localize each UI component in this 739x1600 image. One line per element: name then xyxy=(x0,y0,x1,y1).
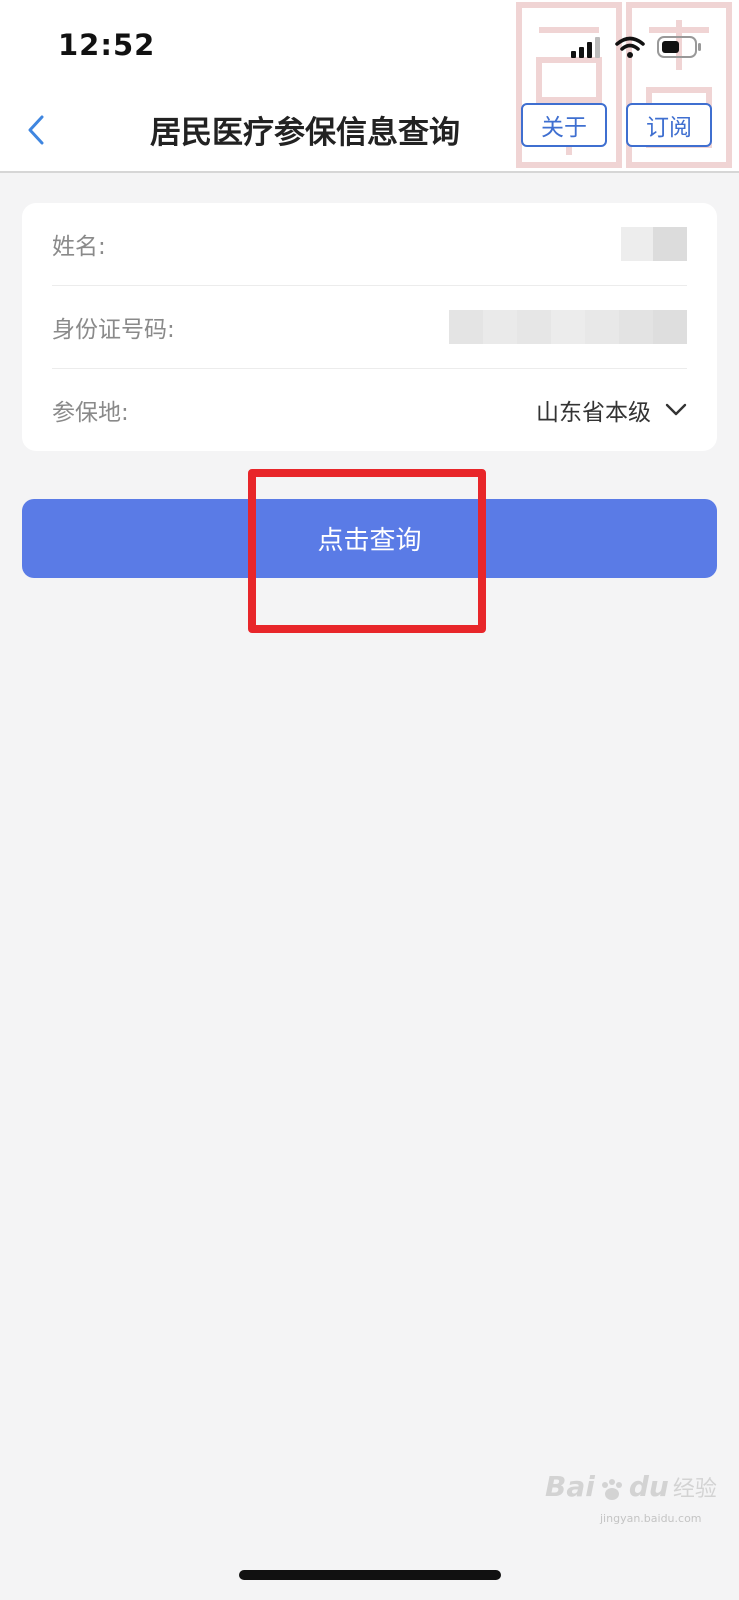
id-number-label: 身份证号码: xyxy=(52,317,175,343)
id-number-value-redacted xyxy=(449,310,687,344)
battery-icon xyxy=(657,36,701,58)
back-button[interactable] xyxy=(18,108,54,152)
name-row[interactable]: 姓名: xyxy=(52,203,687,286)
status-icons xyxy=(571,32,703,62)
region-row: 参保地: 山东省本级 xyxy=(52,369,687,451)
paw-icon xyxy=(601,1479,622,1500)
region-select[interactable]: 山东省本级 xyxy=(536,393,687,427)
page-title: 居民医疗参保信息查询 xyxy=(150,115,460,151)
query-button[interactable]: 点击查询 xyxy=(22,499,717,578)
watermark-brand-suffix: du xyxy=(628,1470,669,1503)
query-form: 姓名: 身份证号码: 参保地: 山东省本级 xyxy=(22,203,717,451)
signal-icon xyxy=(571,37,600,58)
region-label: 参保地: xyxy=(52,400,129,426)
region-value: 山东省本级 xyxy=(536,400,651,426)
name-value-redacted xyxy=(621,227,687,261)
status-time: 12:52 xyxy=(58,28,156,62)
id-number-row[interactable]: 身份证号码: xyxy=(52,286,687,369)
home-indicator[interactable] xyxy=(239,1570,501,1580)
watermark-brand: Bai xyxy=(545,1470,595,1503)
chevron-left-icon xyxy=(28,115,44,145)
chevron-down-icon xyxy=(665,403,687,416)
wifi-icon xyxy=(615,36,645,58)
top-bar: 12:52 居民医疗参保信息查询 关于 订阅 xyxy=(0,0,739,173)
watermark-url: jingyan.baidu.com xyxy=(600,1512,702,1525)
subscribe-button[interactable]: 订阅 xyxy=(626,103,712,147)
watermark-sub: 经验 xyxy=(672,1477,717,1502)
about-button[interactable]: 关于 xyxy=(521,103,607,147)
baidu-jingyan-watermark: Bai du 经验 xyxy=(545,1470,717,1503)
name-label: 姓名: xyxy=(52,234,106,260)
